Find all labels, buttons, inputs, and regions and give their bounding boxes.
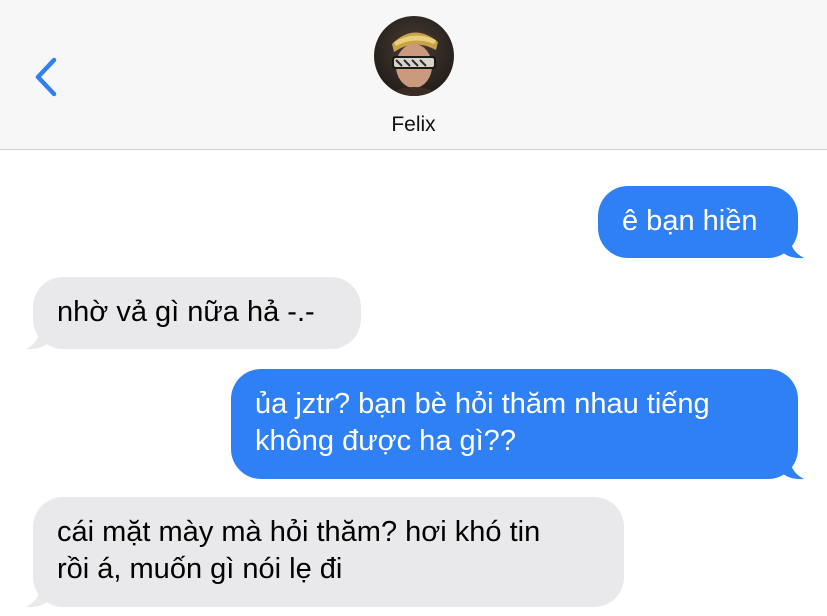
bubble-tail [782,461,804,480]
bubble-tail [26,331,48,350]
message-text-line: ủa jztr? bạn bè hỏi thăm nhau tiếng [255,388,710,420]
bubble-tail [26,589,48,608]
contact-avatar[interactable] [374,16,454,96]
avatar-photo [374,16,454,96]
message-text-line: rồi á, muốn gì nói lẹ đi [57,553,343,585]
contact-name[interactable]: Felix [0,113,827,137]
message-bubble-sent[interactable]: ủa jztr? bạn bè hỏi thăm nhau tiếng khôn… [231,369,798,479]
message-bubble-sent[interactable]: ê bạn hiền [598,186,798,258]
message-text-line: không được ha gì?? [255,425,516,457]
bubble-tail [782,240,804,259]
message-bubble-received[interactable]: cái mặt mày mà hỏi thăm? hơi khó tin rồi… [33,497,624,607]
back-button[interactable] [30,52,70,102]
message-text: nhờ vả gì nữa hả -.- [57,296,315,328]
message-text-line: cái mặt mày mà hỏi thăm? hơi khó tin [57,516,541,548]
chevron-left-icon [35,57,57,97]
message-text: ê bạn hiền [622,205,758,237]
message-bubble-received[interactable]: nhờ vả gì nữa hả -.- [33,277,361,349]
conversation-header: Felix [0,0,827,150]
